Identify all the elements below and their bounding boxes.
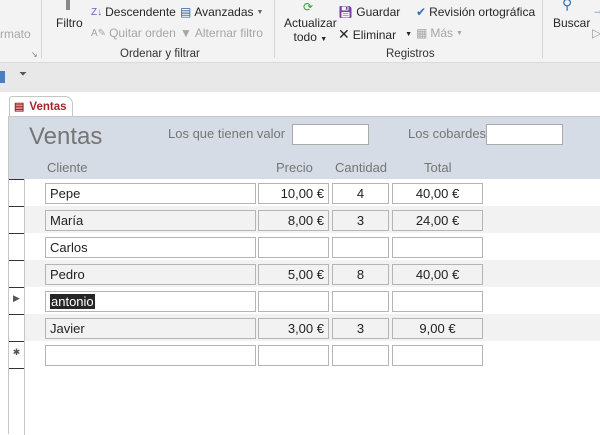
cantidad-field[interactable]: 3 [332,318,389,339]
precio-field[interactable] [258,345,329,366]
revision-button[interactable]: ✔ Revisión ortográfica [416,5,535,19]
dropdown-arrow-icon: ▼ [405,31,413,38]
goto-icon[interactable]: ▷ [592,26,600,40]
guardar-button[interactable]: 💾︎ Guardar [338,5,400,19]
spelling-check-icon: ✔ [416,5,427,19]
quitar-orden-button[interactable]: A✎ Quitar orden [91,26,176,40]
cliente-field[interactable]: antonio [45,291,256,312]
cantidad-field[interactable]: 4 [332,183,389,204]
cantidad-field[interactable] [332,291,389,312]
group-registros-label: Registros [386,48,435,60]
precio-field[interactable]: 8,00 € [258,210,329,231]
cantidad-field[interactable]: 3 [332,210,389,231]
total-field[interactable]: 9,00 € [392,318,483,339]
cliente-field[interactable]: Carlos [45,237,256,258]
record-row: ▶ antonio [9,287,600,315]
eliminar-button[interactable]: ✕ Eliminar ▼ [338,26,412,43]
cantidad-field[interactable]: 8 [332,264,389,285]
alternar-filtro-button[interactable]: ▼ Alternar filtro [180,26,263,40]
more-icon: ▦ [416,26,428,40]
cliente-field[interactable]: Javier [45,318,256,339]
tab-ventas[interactable]: ▤ Ventas [9,96,73,116]
cantidad-field[interactable] [332,237,389,258]
col-cantidad: Cantidad [335,160,388,175]
filtro-button[interactable]: Filtro [56,16,83,30]
search-icon: ⚲ [562,0,573,12]
record-row: Carlos [9,233,600,261]
filter-icon [66,0,70,10]
ventas-form: Ventas Los que tienen valor Los cobardes… [8,116,600,435]
formato-label: rmato [0,27,31,41]
precio-field[interactable] [258,291,329,312]
total-field[interactable]: 24,00 € [392,210,483,231]
filter1-input[interactable] [292,124,369,145]
filter2-label: Los cobardes [408,126,487,141]
clear-sort-icon: A✎ [91,27,107,39]
filter1-label: Los que tienen valor [168,126,286,141]
record-row: Javier 3,00 € 3 9,00 € [9,314,600,342]
refresh-icon: ⟳ [303,0,314,14]
advanced-filter-icon: ▤ [180,5,192,19]
filter2-input[interactable] [486,124,563,145]
total-field[interactable] [392,291,483,312]
precio-field[interactable]: 3,00 € [258,318,329,339]
selected-text: antonio [50,294,95,309]
dialog-launcher-icon[interactable]: ↘ [31,50,38,59]
record-row: Pepe 10,00 € 4 40,00 € [9,179,600,207]
total-field[interactable]: 40,00 € [392,183,483,204]
record-row: ✱ [9,341,600,369]
dropdown-arrow-icon: ▼ [256,8,264,16]
ribbon: rmato ↘ Filtro Z↓ Descendente A✎ Quitar or… [0,0,600,63]
form-title: Ventas [29,123,103,150]
precio-field[interactable]: 5,00 € [258,264,329,285]
col-cliente: Cliente [47,160,88,175]
form-icon: ▤ [14,101,25,113]
delete-icon: ✕ [338,26,350,42]
precio-field[interactable]: 10,00 € [258,183,329,204]
cliente-field[interactable]: Pepe [45,183,256,204]
group-ordenar-label: Ordenar y filtrar [120,48,200,60]
tab-row [0,92,600,116]
form-header: Ventas Los que tienen valor Los cobardes… [9,117,600,179]
col-total: Total [424,160,452,175]
quick-access-bar: ⏷ [0,63,600,92]
avanzadas-button[interactable]: ▤ Avanzadas ▼ [180,5,263,19]
col-precio: Precio [276,160,313,175]
cliente-field[interactable]: Pedro [45,264,256,285]
customize-qat-icon[interactable]: ⏷ [19,69,27,80]
replace-icon[interactable]: → [592,3,600,17]
view-icon[interactable] [0,71,5,83]
sort-descending-icon: Z↓ [91,6,103,18]
mas-button[interactable]: ▦ Más ▼ [416,26,463,40]
total-field[interactable] [392,345,483,366]
cliente-field[interactable] [45,345,256,366]
record-row: Pedro 5,00 € 8 40,00 € [9,260,600,288]
precio-field[interactable] [258,237,329,258]
cantidad-field[interactable] [332,345,389,366]
toggle-filter-icon: ▼ [180,26,192,40]
record-row: María 8,00 € 3 24,00 € [9,206,600,234]
cliente-field[interactable]: María [45,210,256,231]
buscar-button[interactable]: Buscar [553,16,590,30]
actualizar-todo-button[interactable]: Actualizar todo ▼ [284,16,337,47]
total-field[interactable] [392,237,483,258]
descendente-button[interactable]: Z↓ Descendente [91,5,176,19]
total-field[interactable]: 40,00 € [392,264,483,285]
save-icon: 💾︎ [338,5,354,19]
